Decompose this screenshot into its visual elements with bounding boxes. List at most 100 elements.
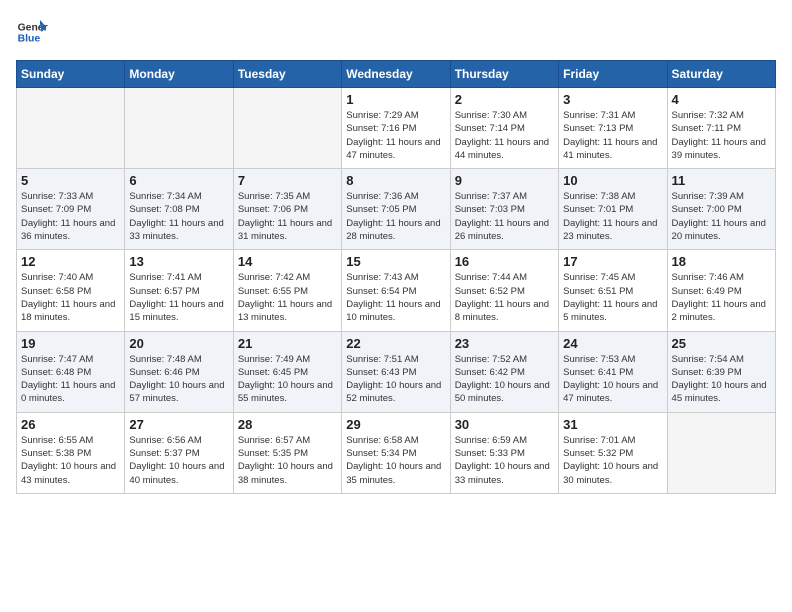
calendar-day-cell: 8Sunrise: 7:36 AM Sunset: 7:05 PM Daylig… bbox=[342, 169, 450, 250]
day-number: 31 bbox=[563, 417, 662, 432]
day-number: 9 bbox=[455, 173, 554, 188]
day-of-week-header: Friday bbox=[559, 61, 667, 88]
svg-text:Blue: Blue bbox=[18, 34, 41, 45]
calendar-day-cell: 10 Sunrise: 7:38 AM Sunset: 7:01 PM Dayli… bbox=[559, 169, 667, 250]
day-info: Sunrise: 7:44 AM Sunset: 6:52 PM Dayligh… bbox=[455, 271, 554, 324]
day-of-week-header: Wednesday bbox=[342, 61, 450, 88]
day-info: Sunrise: 7:34 AM Sunset: 7:08 PM Dayligh… bbox=[129, 190, 228, 243]
calendar-day-cell: 30 Sunrise: 6:59 AM Sunset: 5:33 PM Dayli… bbox=[450, 412, 558, 493]
calendar-day-cell: 22 Sunrise: 7:51 AM Sunset: 6:43 PM Dayli… bbox=[342, 331, 450, 412]
day-of-week-header: Tuesday bbox=[233, 61, 341, 88]
day-number: 17 bbox=[563, 254, 662, 269]
day-info: Sunrise: 7:39 AM Sunset: 7:00 PM Dayligh… bbox=[672, 190, 771, 243]
calendar-day-cell: 4 Sunrise: 7:32 AM Sunset: 7:11 PM Daylig… bbox=[667, 88, 775, 169]
day-number: 19 bbox=[21, 336, 120, 351]
calendar-day-cell: 11 Sunrise: 7:39 AM Sunset: 7:00 PM Dayli… bbox=[667, 169, 775, 250]
day-info: Sunrise: 7:49 AM Sunset: 6:45 PM Dayligh… bbox=[238, 353, 337, 406]
day-number: 28 bbox=[238, 417, 337, 432]
calendar-day-cell: 31 Sunrise: 7:01 AM Sunset: 5:32 PM Dayli… bbox=[559, 412, 667, 493]
calendar-day-cell: 15 Sunrise: 7:43 AM Sunset: 6:54 PM Dayli… bbox=[342, 250, 450, 331]
day-info: Sunrise: 7:37 AM Sunset: 7:03 PM Dayligh… bbox=[455, 190, 554, 243]
day-info: Sunrise: 7:48 AM Sunset: 6:46 PM Dayligh… bbox=[129, 353, 228, 406]
calendar-day-cell: 24 Sunrise: 7:53 AM Sunset: 6:41 PM Dayli… bbox=[559, 331, 667, 412]
day-number: 10 bbox=[563, 173, 662, 188]
calendar-day-cell: 17 Sunrise: 7:45 AM Sunset: 6:51 PM Dayli… bbox=[559, 250, 667, 331]
calendar-day-cell: 26Sunrise: 6:55 AM Sunset: 5:38 PM Dayli… bbox=[17, 412, 125, 493]
day-info: Sunrise: 7:51 AM Sunset: 6:43 PM Dayligh… bbox=[346, 353, 445, 406]
day-info: Sunrise: 7:33 AM Sunset: 7:09 PM Dayligh… bbox=[21, 190, 120, 243]
day-info: Sunrise: 6:57 AM Sunset: 5:35 PM Dayligh… bbox=[238, 434, 337, 487]
calendar-week-row: 19 Sunrise: 7:47 AM Sunset: 6:48 PM Dayli… bbox=[17, 331, 776, 412]
day-number: 29 bbox=[346, 417, 445, 432]
day-number: 23 bbox=[455, 336, 554, 351]
day-info: Sunrise: 6:55 AM Sunset: 5:38 PM Dayligh… bbox=[21, 434, 120, 487]
day-info: Sunrise: 7:30 AM Sunset: 7:14 PM Dayligh… bbox=[455, 109, 554, 162]
calendar-day-cell: 19 Sunrise: 7:47 AM Sunset: 6:48 PM Dayli… bbox=[17, 331, 125, 412]
day-number: 8 bbox=[346, 173, 445, 188]
day-of-week-header: Thursday bbox=[450, 61, 558, 88]
calendar-day-cell: 9 Sunrise: 7:37 AM Sunset: 7:03 PM Daylig… bbox=[450, 169, 558, 250]
day-number: 14 bbox=[238, 254, 337, 269]
day-number: 6 bbox=[129, 173, 228, 188]
day-number: 21 bbox=[238, 336, 337, 351]
day-info: Sunrise: 6:56 AM Sunset: 5:37 PM Dayligh… bbox=[129, 434, 228, 487]
day-info: Sunrise: 6:59 AM Sunset: 5:33 PM Dayligh… bbox=[455, 434, 554, 487]
day-info: Sunrise: 7:38 AM Sunset: 7:01 PM Dayligh… bbox=[563, 190, 662, 243]
calendar-day-cell bbox=[233, 88, 341, 169]
calendar-day-cell: 12Sunrise: 7:40 AM Sunset: 6:58 PM Dayli… bbox=[17, 250, 125, 331]
calendar-header-row: SundayMondayTuesdayWednesdayThursdayFrid… bbox=[17, 61, 776, 88]
calendar-day-cell: 3 Sunrise: 7:31 AM Sunset: 7:13 PM Daylig… bbox=[559, 88, 667, 169]
calendar-week-row: 5Sunrise: 7:33 AM Sunset: 7:09 PM Daylig… bbox=[17, 169, 776, 250]
day-info: Sunrise: 7:32 AM Sunset: 7:11 PM Dayligh… bbox=[672, 109, 771, 162]
calendar-week-row: 1 Sunrise: 7:29 AM Sunset: 7:16 PM Daylig… bbox=[17, 88, 776, 169]
day-number: 16 bbox=[455, 254, 554, 269]
day-number: 1 bbox=[346, 92, 445, 107]
calendar-day-cell: 20Sunrise: 7:48 AM Sunset: 6:46 PM Dayli… bbox=[125, 331, 233, 412]
calendar-day-cell: 28 Sunrise: 6:57 AM Sunset: 5:35 PM Dayli… bbox=[233, 412, 341, 493]
day-info: Sunrise: 7:43 AM Sunset: 6:54 PM Dayligh… bbox=[346, 271, 445, 324]
day-number: 22 bbox=[346, 336, 445, 351]
calendar-day-cell: 25 Sunrise: 7:54 AM Sunset: 6:39 PM Dayli… bbox=[667, 331, 775, 412]
day-number: 13 bbox=[129, 254, 228, 269]
calendar-day-cell: 16 Sunrise: 7:44 AM Sunset: 6:52 PM Dayli… bbox=[450, 250, 558, 331]
calendar-day-cell bbox=[17, 88, 125, 169]
day-number: 4 bbox=[672, 92, 771, 107]
logo-icon: General Blue bbox=[16, 16, 48, 48]
calendar-day-cell: 14Sunrise: 7:42 AM Sunset: 6:55 PM Dayli… bbox=[233, 250, 341, 331]
calendar-day-cell: 1 Sunrise: 7:29 AM Sunset: 7:16 PM Daylig… bbox=[342, 88, 450, 169]
day-number: 25 bbox=[672, 336, 771, 351]
day-number: 30 bbox=[455, 417, 554, 432]
day-info: Sunrise: 7:52 AM Sunset: 6:42 PM Dayligh… bbox=[455, 353, 554, 406]
calendar-table: SundayMondayTuesdayWednesdayThursdayFrid… bbox=[16, 60, 776, 494]
day-number: 24 bbox=[563, 336, 662, 351]
calendar-day-cell: 13 Sunrise: 7:41 AM Sunset: 6:57 PM Dayli… bbox=[125, 250, 233, 331]
day-info: Sunrise: 7:29 AM Sunset: 7:16 PM Dayligh… bbox=[346, 109, 445, 162]
day-number: 3 bbox=[563, 92, 662, 107]
calendar-day-cell: 18 Sunrise: 7:46 AM Sunset: 6:49 PM Dayli… bbox=[667, 250, 775, 331]
day-number: 18 bbox=[672, 254, 771, 269]
calendar-day-cell bbox=[667, 412, 775, 493]
calendar-day-cell: 29 Sunrise: 6:58 AM Sunset: 5:34 PM Dayli… bbox=[342, 412, 450, 493]
day-number: 11 bbox=[672, 173, 771, 188]
day-info: Sunrise: 6:58 AM Sunset: 5:34 PM Dayligh… bbox=[346, 434, 445, 487]
day-info: Sunrise: 7:01 AM Sunset: 5:32 PM Dayligh… bbox=[563, 434, 662, 487]
day-number: 27 bbox=[129, 417, 228, 432]
day-number: 7 bbox=[238, 173, 337, 188]
calendar-day-cell: 5Sunrise: 7:33 AM Sunset: 7:09 PM Daylig… bbox=[17, 169, 125, 250]
calendar-day-cell bbox=[125, 88, 233, 169]
day-info: Sunrise: 7:54 AM Sunset: 6:39 PM Dayligh… bbox=[672, 353, 771, 406]
day-info: Sunrise: 7:45 AM Sunset: 6:51 PM Dayligh… bbox=[563, 271, 662, 324]
calendar-day-cell: 2Sunrise: 7:30 AM Sunset: 7:14 PM Daylig… bbox=[450, 88, 558, 169]
day-info: Sunrise: 7:47 AM Sunset: 6:48 PM Dayligh… bbox=[21, 353, 120, 406]
page-header: General Blue bbox=[16, 16, 776, 48]
day-of-week-header: Sunday bbox=[17, 61, 125, 88]
day-info: Sunrise: 7:31 AM Sunset: 7:13 PM Dayligh… bbox=[563, 109, 662, 162]
calendar-day-cell: 6 Sunrise: 7:34 AM Sunset: 7:08 PM Daylig… bbox=[125, 169, 233, 250]
day-of-week-header: Monday bbox=[125, 61, 233, 88]
day-info: Sunrise: 7:46 AM Sunset: 6:49 PM Dayligh… bbox=[672, 271, 771, 324]
day-info: Sunrise: 7:53 AM Sunset: 6:41 PM Dayligh… bbox=[563, 353, 662, 406]
logo: General Blue bbox=[16, 16, 52, 48]
calendar-week-row: 26Sunrise: 6:55 AM Sunset: 5:38 PM Dayli… bbox=[17, 412, 776, 493]
day-info: Sunrise: 7:41 AM Sunset: 6:57 PM Dayligh… bbox=[129, 271, 228, 324]
day-number: 15 bbox=[346, 254, 445, 269]
